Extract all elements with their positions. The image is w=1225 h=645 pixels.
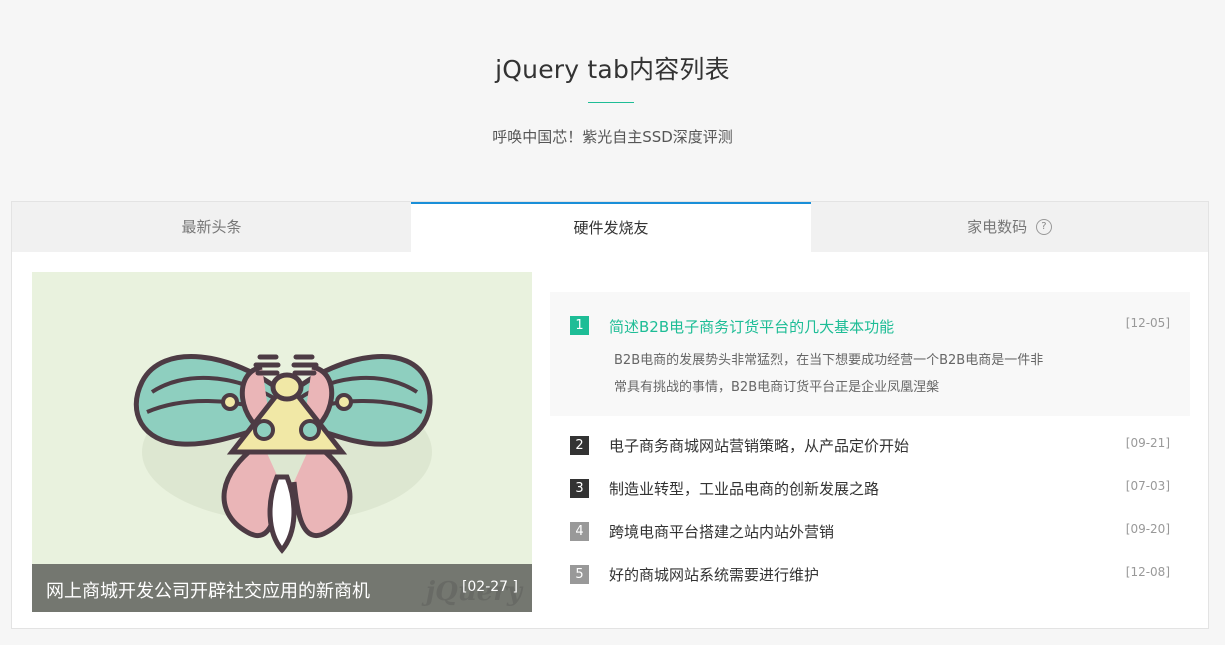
rank-badge: 3 (570, 479, 589, 498)
moth-illustration (133, 354, 433, 554)
tab-label: 最新头条 (181, 218, 242, 236)
news-title[interactable]: 跨境电商平台搭建之站内站外营销 (609, 521, 834, 542)
news-title[interactable]: 电子商务商城网站营销策略，从产品定价开始 (609, 435, 909, 456)
news-date: [07-03] (1125, 479, 1170, 493)
rank-badge: 4 (570, 522, 589, 541)
rank-badge: 2 (570, 436, 589, 455)
news-description: B2B电商的发展势头非常猛烈，在当下想要成功经营一个B2B电商是一件非常具有挑战… (614, 353, 1044, 395)
page-title: jQuery tab内容列表 (495, 55, 730, 84)
feature-caption-bar: 网上商城开发公司开辟社交应用的新商机 [02-27 ] (32, 564, 532, 612)
tab-panel: 最新头条 硬件发烧友 家电数码 ? 网上商城开发公司开辟社交应用的新商机 [02… (11, 201, 1209, 629)
help-icon[interactable]: ? (1035, 218, 1052, 235)
rank-badge: 1 (570, 316, 589, 335)
tab-label: 家电数码 (967, 218, 1028, 236)
news-date: [12-05] (1125, 316, 1170, 330)
news-date: [09-20] (1125, 522, 1170, 536)
list-item[interactable]: 2 电子商务商城网站营销策略，从产品定价开始 [09-21] (550, 426, 1190, 469)
list-item[interactable]: 3 制造业转型，工业品电商的创新发展之路 [07-03] (550, 469, 1190, 512)
tab-home-appliances-digital[interactable]: 家电数码 ? (811, 202, 1208, 252)
news-title[interactable]: 好的商城网站系统需要进行维护 (609, 564, 819, 585)
list-item[interactable]: 4 跨境电商平台搭建之站内站外营销 [09-20] (550, 512, 1190, 555)
news-title[interactable]: 制造业转型，工业品电商的创新发展之路 (609, 478, 879, 499)
list-item[interactable]: 5 好的商城网站系统需要进行维护 [12-08] (550, 555, 1190, 598)
news-date: [12-08] (1125, 565, 1170, 579)
title-underline (588, 102, 634, 103)
news-title[interactable]: 简述B2B电子商务订货平台的几大基本功能 (609, 316, 894, 337)
tab-hardware-fans[interactable]: 硬件发烧友 (411, 202, 811, 252)
feature-date: [02-27 ] (461, 579, 518, 595)
list-item[interactable]: 1 简述B2B电子商务订货平台的几大基本功能 [12-05] B2B电商的发展势… (550, 292, 1190, 416)
news-list: 1 简述B2B电子商务订货平台的几大基本功能 [12-05] B2B电商的发展势… (550, 292, 1190, 598)
feature-image-card[interactable]: jQuery 网上商城开发公司开辟社交应用的新商机 [02-27 ] (32, 272, 532, 612)
page-subtitle: 呼唤中国芯！紫光自主SSD深度评测 (492, 128, 733, 146)
feature-title[interactable]: 网上商城开发公司开辟社交应用的新商机 (46, 577, 370, 603)
page-header: jQuery tab内容列表 呼唤中国芯！紫光自主SSD深度评测 (0, 0, 1225, 200)
rank-badge: 5 (570, 565, 589, 584)
news-date: [09-21] (1125, 436, 1170, 450)
tab-bar: 最新头条 硬件发烧友 家电数码 ? (12, 202, 1208, 252)
tab-latest-headlines[interactable]: 最新头条 (12, 202, 411, 252)
tab-label: 硬件发烧友 (573, 219, 649, 237)
